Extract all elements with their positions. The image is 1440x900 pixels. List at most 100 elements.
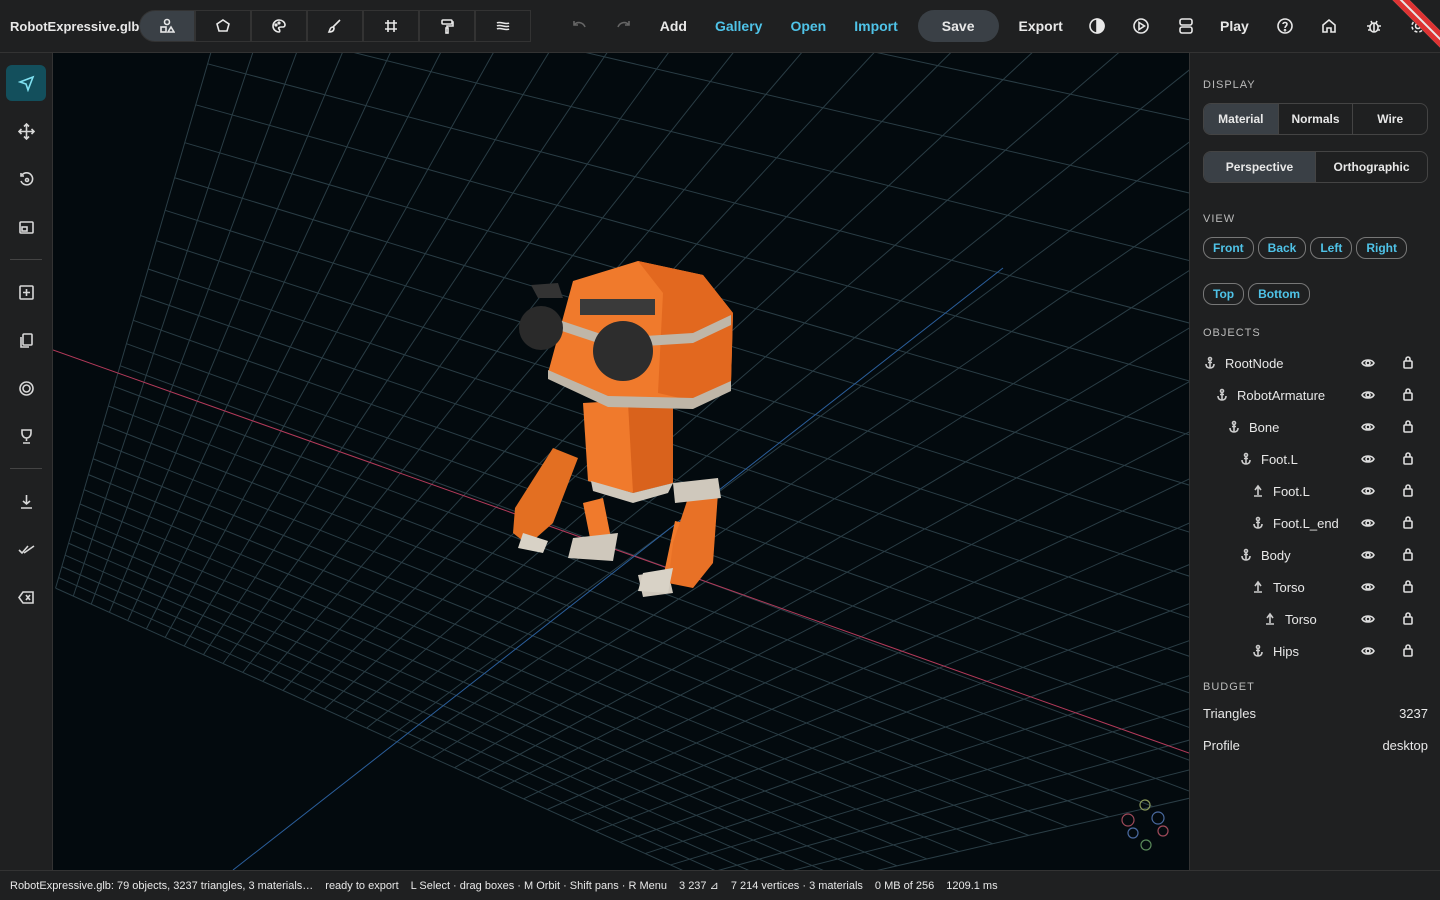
grid-line — [595, 603, 1189, 832]
object-row[interactable]: Bone — [1203, 411, 1428, 443]
delete-icon — [17, 590, 34, 604]
object-row[interactable]: Torso — [1203, 603, 1428, 635]
palette-mode-button[interactable] — [251, 10, 308, 42]
add-button[interactable]: Add — [646, 0, 701, 53]
orthographic-button[interactable]: Orthographic — [1316, 152, 1427, 182]
lock-icon[interactable] — [1401, 355, 1415, 374]
display-material-button[interactable]: Material — [1204, 104, 1279, 134]
validate-tool[interactable] — [6, 531, 46, 567]
shapes-icon — [160, 18, 176, 33]
grid-line — [286, 53, 1189, 317]
grid-line — [127, 53, 391, 621]
home-button[interactable] — [1307, 0, 1351, 53]
export-button[interactable]: Export — [1005, 0, 1077, 53]
duplicate-tool[interactable] — [6, 322, 46, 358]
3d-viewport[interactable] — [53, 53, 1189, 870]
object-row[interactable]: Foot.L_end — [1203, 507, 1428, 539]
grid-line — [55, 53, 212, 589]
lock-icon[interactable] — [1401, 451, 1415, 470]
view-back-button[interactable]: Back — [1257, 237, 1307, 259]
clear-tool[interactable] — [6, 579, 46, 615]
visibility-eye-icon[interactable] — [1361, 612, 1375, 631]
object-row[interactable]: Foot.L — [1203, 443, 1428, 475]
visibility-eye-icon[interactable] — [1361, 548, 1375, 567]
lock-icon[interactable] — [1401, 387, 1415, 406]
display-wire-button[interactable]: Wire — [1353, 104, 1427, 134]
grid-line — [330, 53, 1189, 123]
storage-button[interactable] — [1165, 0, 1206, 53]
visibility-eye-icon[interactable] — [1361, 356, 1375, 375]
gallery-button[interactable]: Gallery — [701, 0, 776, 53]
add-object-tool[interactable] — [6, 274, 46, 310]
trophy-tool[interactable] — [6, 418, 46, 454]
grid-line — [68, 542, 824, 870]
lock-icon[interactable] — [1401, 483, 1415, 502]
download-tool[interactable] — [6, 483, 46, 519]
visibility-eye-icon[interactable] — [1361, 388, 1375, 407]
object-row[interactable]: Body — [1203, 539, 1428, 571]
status-memory: 0 MB of 256 — [874, 879, 935, 892]
visibility-eye-icon[interactable] — [1361, 516, 1375, 535]
scale-tool-icon — [18, 220, 34, 234]
inspector-panel: DISPLAY Material Normals Wire Perspectiv… — [1189, 53, 1440, 870]
object-name: Torso — [1273, 579, 1305, 595]
shapes-mode-button[interactable] — [139, 10, 196, 42]
preview-play-button[interactable] — [1117, 0, 1165, 53]
object-row[interactable]: RobotArmature — [1203, 379, 1428, 411]
redo-button[interactable] — [601, 0, 645, 53]
select-tool[interactable] — [6, 65, 46, 101]
grid-line — [55, 587, 683, 870]
move-tool[interactable] — [6, 113, 46, 149]
object-row[interactable]: RootNode — [1203, 347, 1428, 379]
visibility-eye-icon[interactable] — [1361, 484, 1375, 503]
import-button[interactable]: Import — [840, 0, 912, 53]
lock-icon[interactable] — [1401, 515, 1415, 534]
grid-mode-button[interactable] — [363, 10, 420, 42]
lock-icon[interactable] — [1401, 547, 1415, 566]
layers-mode-button[interactable] — [475, 10, 532, 42]
paint-roller-mode-button[interactable] — [419, 10, 476, 42]
visibility-eye-icon[interactable] — [1361, 580, 1375, 599]
storage-icon — [1178, 18, 1193, 34]
visibility-eye-icon[interactable] — [1361, 452, 1375, 471]
object-row[interactable]: Hips — [1203, 635, 1428, 667]
lock-icon[interactable] — [1401, 611, 1415, 630]
robot-model[interactable] — [513, 261, 733, 597]
view-left-button[interactable]: Left — [1310, 237, 1353, 259]
visibility-eye-icon[interactable] — [1361, 420, 1375, 439]
undo-button[interactable] — [557, 0, 601, 53]
play-button[interactable]: Play — [1206, 0, 1263, 53]
save-button[interactable]: Save — [917, 10, 999, 42]
visibility-eye-icon[interactable] — [1361, 644, 1375, 663]
view-top-button[interactable]: Top — [1203, 283, 1245, 305]
scene-canvas[interactable] — [53, 53, 1189, 870]
brush-icon — [328, 19, 341, 33]
perspective-button[interactable]: Perspective — [1204, 152, 1316, 182]
status-bar: RobotExpressive.glb: 79 objects, 3237 tr… — [0, 870, 1440, 900]
object-name: Foot.L — [1261, 451, 1298, 467]
rotate-tool[interactable] — [6, 161, 46, 197]
view-section-title: VIEW — [1203, 213, 1236, 225]
axis-gizmo[interactable] — [1121, 799, 1169, 851]
mode-switcher — [139, 10, 532, 42]
bone-icon — [1263, 612, 1277, 626]
lock-icon[interactable] — [1401, 419, 1415, 438]
profile-value[interactable]: desktop — [1382, 738, 1428, 753]
display-normals-button[interactable]: Normals — [1279, 104, 1354, 134]
open-button[interactable]: Open — [776, 0, 840, 53]
polygon-mode-button[interactable] — [195, 10, 252, 42]
object-row[interactable]: Foot.L — [1203, 475, 1428, 507]
view-right-button[interactable]: Right — [1356, 237, 1407, 259]
projection-toggle: Perspective Orthographic — [1203, 151, 1428, 183]
object-row[interactable]: Torso — [1203, 571, 1428, 603]
scale-tool[interactable] — [6, 209, 46, 245]
dev-ribbon — [1384, 0, 1440, 53]
target-tool[interactable] — [6, 370, 46, 406]
lock-icon[interactable] — [1401, 579, 1415, 598]
view-front-button[interactable]: Front — [1203, 237, 1254, 259]
view-bottom-button[interactable]: Bottom — [1248, 283, 1311, 305]
contrast-button[interactable] — [1077, 0, 1118, 53]
help-button[interactable] — [1263, 0, 1307, 53]
brush-mode-button[interactable] — [307, 10, 364, 42]
lock-icon[interactable] — [1401, 643, 1415, 662]
